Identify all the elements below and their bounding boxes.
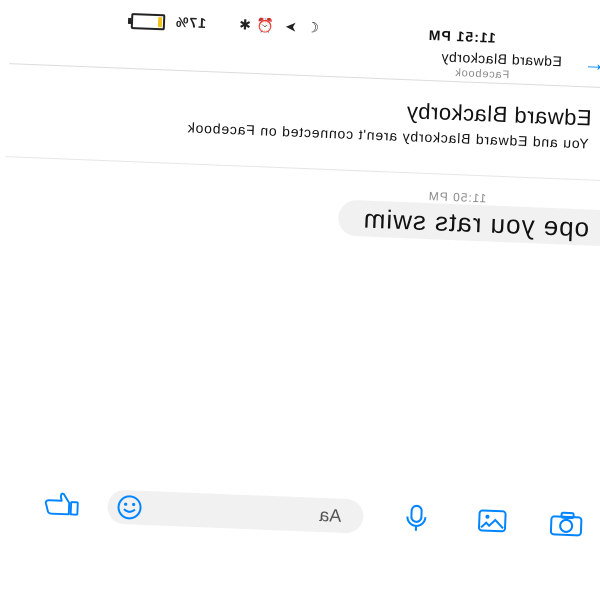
contact-card: Edward Blackorby You and Edward Blackorb… <box>5 68 600 181</box>
microphone-icon <box>404 503 429 532</box>
message-bubble[interactable]: ope you rats swim <box>338 200 600 248</box>
gallery-button[interactable] <box>473 504 512 537</box>
location-icon: ➤ <box>285 18 297 35</box>
back-arrow-icon[interactable]: ← <box>583 50 600 77</box>
header-subtitle: Facebook <box>454 67 509 81</box>
header-contact-name[interactable]: Edward Blackorby <box>441 48 562 69</box>
moon-icon: ☾ <box>306 19 319 36</box>
message-input[interactable] <box>191 493 342 533</box>
image-icon <box>477 507 508 534</box>
battery-percent: 17% <box>175 14 207 31</box>
emoji-button[interactable] <box>115 493 144 522</box>
bluetooth-icon: ✱ <box>239 16 251 33</box>
voice-button[interactable] <box>397 501 436 534</box>
thumbs-up-icon <box>41 489 80 519</box>
battery-fill <box>158 17 162 27</box>
message-composer <box>0 473 592 557</box>
camera-icon <box>549 510 584 537</box>
contact-name: Edward Blackorby <box>406 98 592 131</box>
camera-button[interactable] <box>547 507 586 540</box>
message-input-container[interactable] <box>107 489 364 533</box>
emoji-icon <box>115 493 144 522</box>
like-button[interactable] <box>41 487 80 520</box>
alarm-icon: ⏰ <box>256 17 274 35</box>
